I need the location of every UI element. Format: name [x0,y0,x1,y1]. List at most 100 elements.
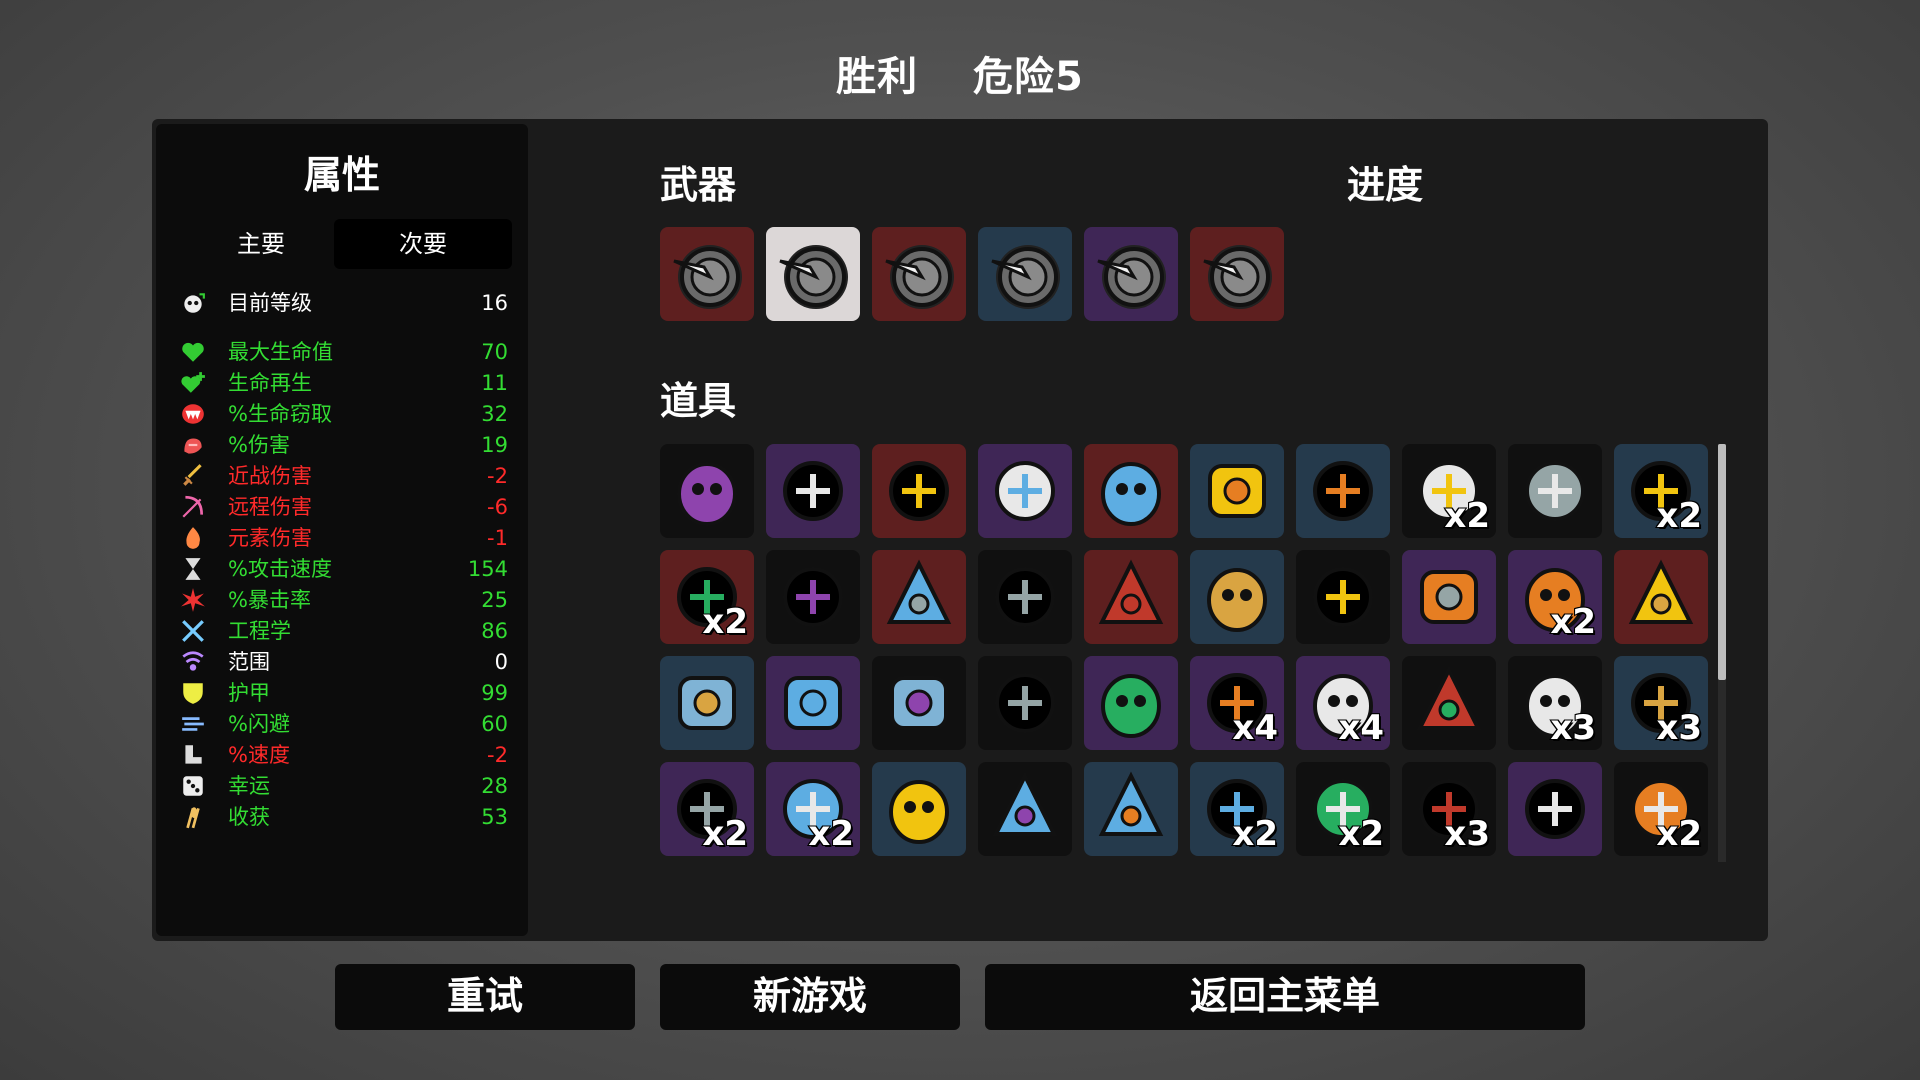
item-slot[interactable] [978,550,1072,644]
weapon-slot[interactable] [1084,227,1178,321]
stat-row[interactable]: 远程伤害 -6 [180,492,508,522]
stat-value: -1 [487,526,508,550]
weapon-slot[interactable] [978,227,1072,321]
item-slot[interactable] [1296,550,1390,644]
item-slot[interactable]: x3 [1614,656,1708,750]
stat-value: -6 [487,495,508,519]
stat-row[interactable]: 生命再生 11 [180,368,508,398]
main-menu-button[interactable]: 返回主菜单 [985,964,1585,1030]
progress-title: 进度 [1347,163,1424,207]
item-slot[interactable]: x2 [660,550,754,644]
item-slot[interactable]: x2 [1508,550,1602,644]
stat-value: 86 [481,619,508,643]
stat-label: %暴击率 [228,588,311,612]
weapon-slot[interactable] [660,227,754,321]
new-game-button[interactable]: 新游戏 [660,964,960,1030]
item-slot[interactable]: x2 [1614,444,1708,538]
bow-icon [180,494,206,520]
tab-secondary[interactable]: 次要 [334,219,512,269]
item-slot[interactable] [766,550,860,644]
stat-row[interactable]: %伤害 19 [180,430,508,460]
stat-row[interactable]: %生命窃取 32 [180,399,508,429]
vampire-mouth-icon [180,401,206,427]
crit-burst-icon [180,587,206,613]
item-slot[interactable] [766,656,860,750]
stat-label: %攻击速度 [228,557,332,581]
weapons-title: 武器 [660,163,737,207]
item-slot[interactable] [660,444,754,538]
items-title: 道具 [660,379,737,423]
stat-row[interactable]: %暴击率 25 [180,585,508,615]
item-slot[interactable]: x3 [1508,656,1602,750]
item-slot[interactable]: x4 [1296,656,1390,750]
item-slot[interactable] [766,444,860,538]
item-slot[interactable] [978,656,1072,750]
item-slot[interactable] [1402,550,1496,644]
item-quantity: x2 [1655,813,1703,855]
item-slot[interactable]: x2 [1402,444,1496,538]
item-slot[interactable] [978,762,1072,856]
dodge-wind-icon [180,711,206,737]
stat-row[interactable]: %速度 -2 [180,740,508,770]
item-slot[interactable] [1084,444,1178,538]
stat-label: %伤害 [228,433,290,457]
stat-label: %生命窃取 [228,402,332,426]
stat-row[interactable]: 护甲 99 [180,678,508,708]
stat-row[interactable]: 收获 53 [180,802,508,832]
stat-row[interactable]: 元素伤害 -1 [180,523,508,553]
muscle-icon [180,432,206,458]
item-slot[interactable]: x2 [1190,762,1284,856]
item-slot[interactable]: x2 [1614,762,1708,856]
item-slot[interactable] [1508,444,1602,538]
item-slot[interactable] [1296,444,1390,538]
item-slot[interactable] [1402,656,1496,750]
item-slot[interactable] [872,656,966,750]
shield-icon [180,680,206,706]
sword-icon [180,463,206,489]
weapon-slot[interactable] [1190,227,1284,321]
retry-button[interactable]: 重试 [335,964,635,1030]
item-slot[interactable]: x3 [1402,762,1496,856]
stat-row[interactable]: 目前等级 16 [180,288,508,318]
item-slot[interactable] [1190,550,1284,644]
stat-row[interactable]: 最大生命值 70 [180,337,508,367]
item-quantity: x2 [1231,813,1279,855]
stat-row[interactable]: 幸运 28 [180,771,508,801]
items-scrollbar-thumb[interactable] [1718,444,1726,680]
stat-label: %速度 [228,743,290,767]
item-slot[interactable]: x2 [660,762,754,856]
item-slot[interactable] [978,444,1072,538]
item-slot[interactable] [872,762,966,856]
stats-title: 属性 [303,153,380,197]
stat-row[interactable]: %闪避 60 [180,709,508,739]
stat-label: 元素伤害 [228,526,312,550]
weapon-slot[interactable] [872,227,966,321]
result-title: 胜利 危险5 [0,44,1920,102]
item-slot[interactable] [660,656,754,750]
stat-value: 0 [494,650,508,674]
item-slot[interactable] [1084,550,1178,644]
stat-value: 53 [481,805,508,829]
weapon-slot[interactable] [766,227,860,321]
heart-plus-icon [180,370,206,396]
stat-row[interactable]: %攻击速度 154 [180,554,508,584]
item-slot[interactable]: x4 [1190,656,1284,750]
tab-primary[interactable]: 主要 [176,219,346,269]
item-slot[interactable] [1508,762,1602,856]
item-slot[interactable] [1084,656,1178,750]
item-slot[interactable] [872,444,966,538]
flame-icon [180,525,206,551]
range-waves-icon [180,649,206,675]
item-slot[interactable]: x2 [1296,762,1390,856]
item-quantity: x2 [807,813,855,855]
stat-value: 19 [481,433,508,457]
stat-row[interactable]: 范围 0 [180,647,508,677]
item-slot[interactable] [1614,550,1708,644]
stat-label: 幸运 [228,774,270,798]
item-slot[interactable] [872,550,966,644]
stat-row[interactable]: 工程学 86 [180,616,508,646]
item-slot[interactable] [1190,444,1284,538]
item-slot[interactable] [1084,762,1178,856]
stat-row[interactable]: 近战伤害 -2 [180,461,508,491]
item-slot[interactable]: x2 [766,762,860,856]
